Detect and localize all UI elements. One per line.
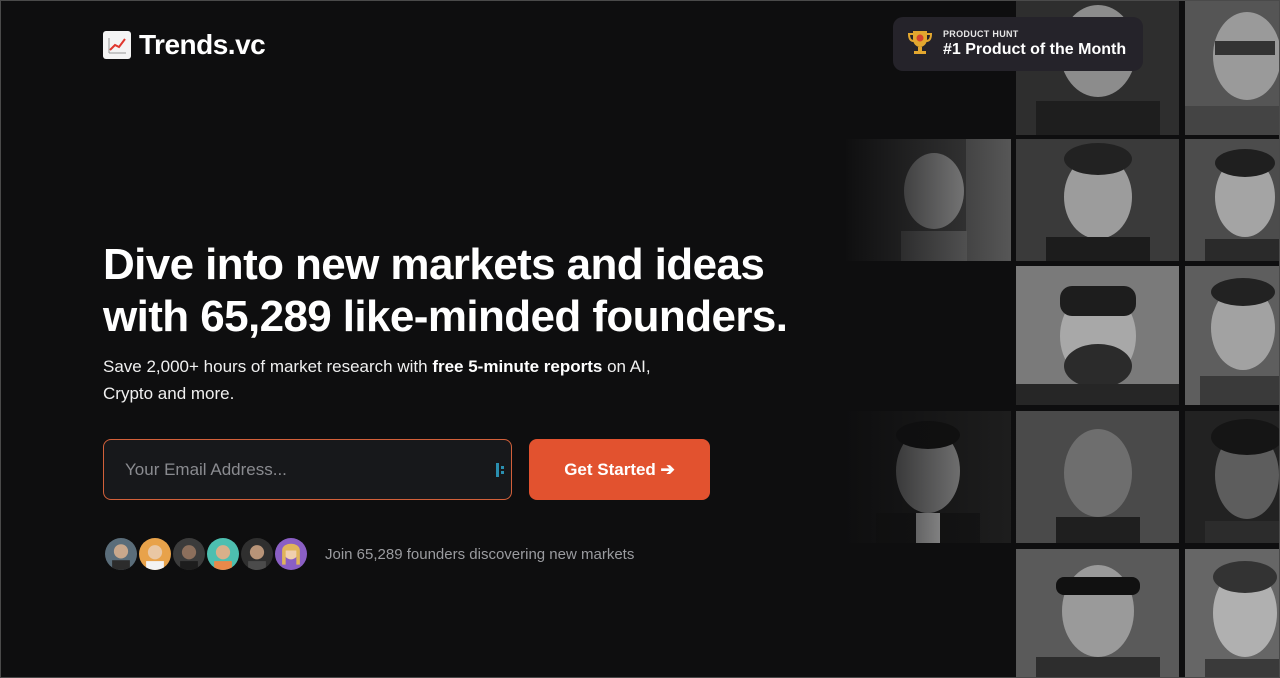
founder-avatars xyxy=(103,536,309,572)
founder-photo xyxy=(846,411,1011,543)
logo-text: Trends.vc xyxy=(139,29,266,60)
site-logo[interactable]: Trends.vc xyxy=(103,29,266,61)
avatar xyxy=(239,536,275,572)
founder-photo xyxy=(846,139,1011,261)
hero-subtext: Save 2,000+ hours of market research wit… xyxy=(103,353,703,407)
subtext-bold: free 5-minute reports xyxy=(432,357,603,376)
headline-line-1: Dive into new markets and ideas xyxy=(103,240,765,289)
hero-headline: Dive into new markets and ideas with 65,… xyxy=(103,239,863,343)
social-proof-text: Join 65,289 founders discovering new mar… xyxy=(325,546,635,563)
founder-photo xyxy=(1185,1,1279,135)
trophy-icon xyxy=(907,28,933,61)
founder-photo xyxy=(1185,411,1279,543)
founder-photo xyxy=(1185,139,1279,261)
chart-increasing-icon xyxy=(103,31,131,59)
landing-page: Trends.vc PRODUCT HUNT #1 Product of the… xyxy=(0,0,1280,678)
avatar xyxy=(171,536,207,572)
subtext-part-2: on AI, xyxy=(602,357,651,376)
founder-photo xyxy=(1016,549,1179,677)
password-manager-icon[interactable] xyxy=(496,463,506,477)
headline-line-2: with 65,289 like-minded founders. xyxy=(103,292,788,341)
badge-text: PRODUCT HUNT #1 Product of the Month xyxy=(943,29,1126,59)
get-started-button[interactable]: Get Started ➔ xyxy=(529,439,710,500)
badge-small-label: PRODUCT HUNT xyxy=(943,29,1019,39)
subtext-line-2: Crypto and more. xyxy=(103,384,235,403)
avatar xyxy=(205,536,241,572)
founder-photo xyxy=(1016,266,1179,405)
email-field-wrapper xyxy=(103,439,512,500)
badge-title: #1 Product of the Month xyxy=(943,41,1127,58)
founder-photo xyxy=(1016,139,1179,261)
avatar xyxy=(137,536,173,572)
founder-photo xyxy=(1016,411,1179,543)
founder-photo xyxy=(1185,549,1279,677)
avatar xyxy=(103,536,139,572)
email-field[interactable] xyxy=(104,440,511,499)
product-hunt-badge[interactable]: PRODUCT HUNT #1 Product of the Month xyxy=(893,17,1143,71)
subtext-part-1: Save 2,000+ hours of market research wit… xyxy=(103,357,433,376)
avatar xyxy=(273,536,309,572)
founder-photo xyxy=(1185,266,1279,405)
